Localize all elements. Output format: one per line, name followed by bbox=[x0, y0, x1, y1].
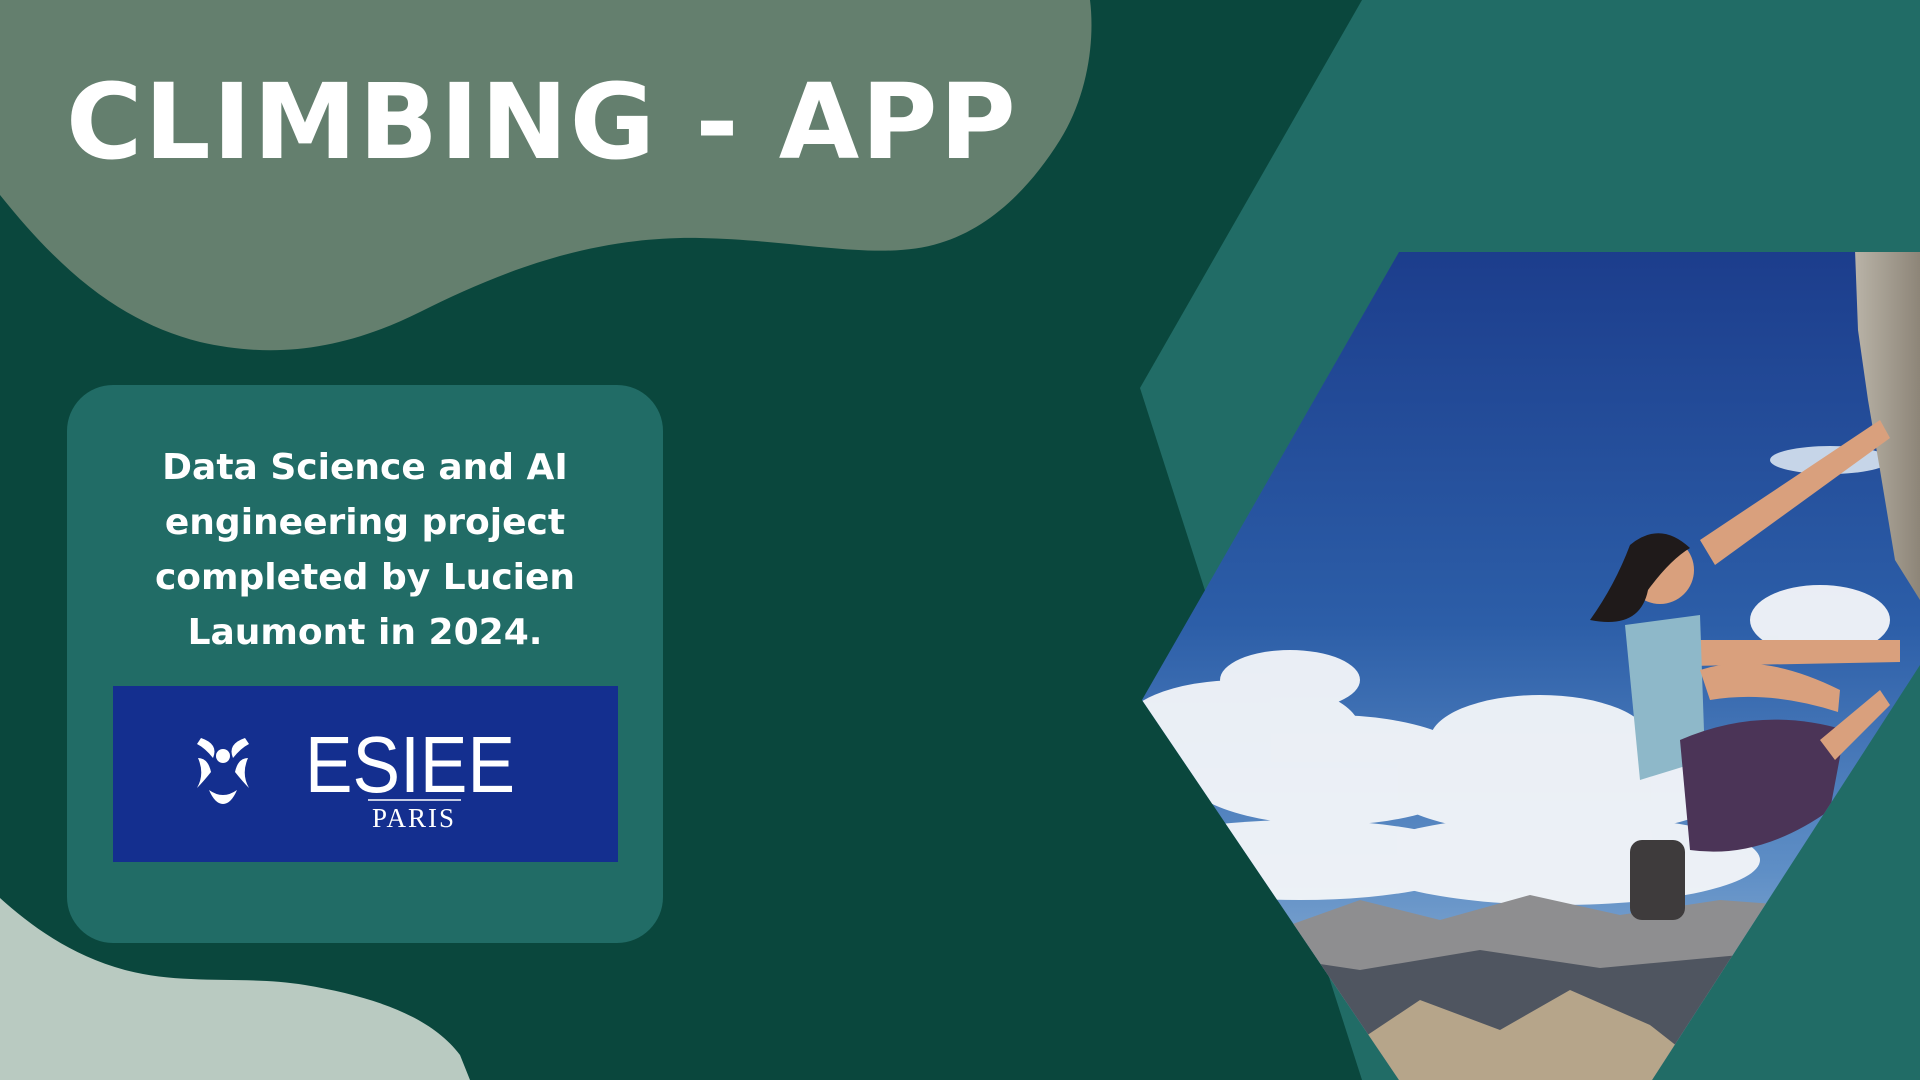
climber-photo bbox=[1142, 252, 1920, 1080]
